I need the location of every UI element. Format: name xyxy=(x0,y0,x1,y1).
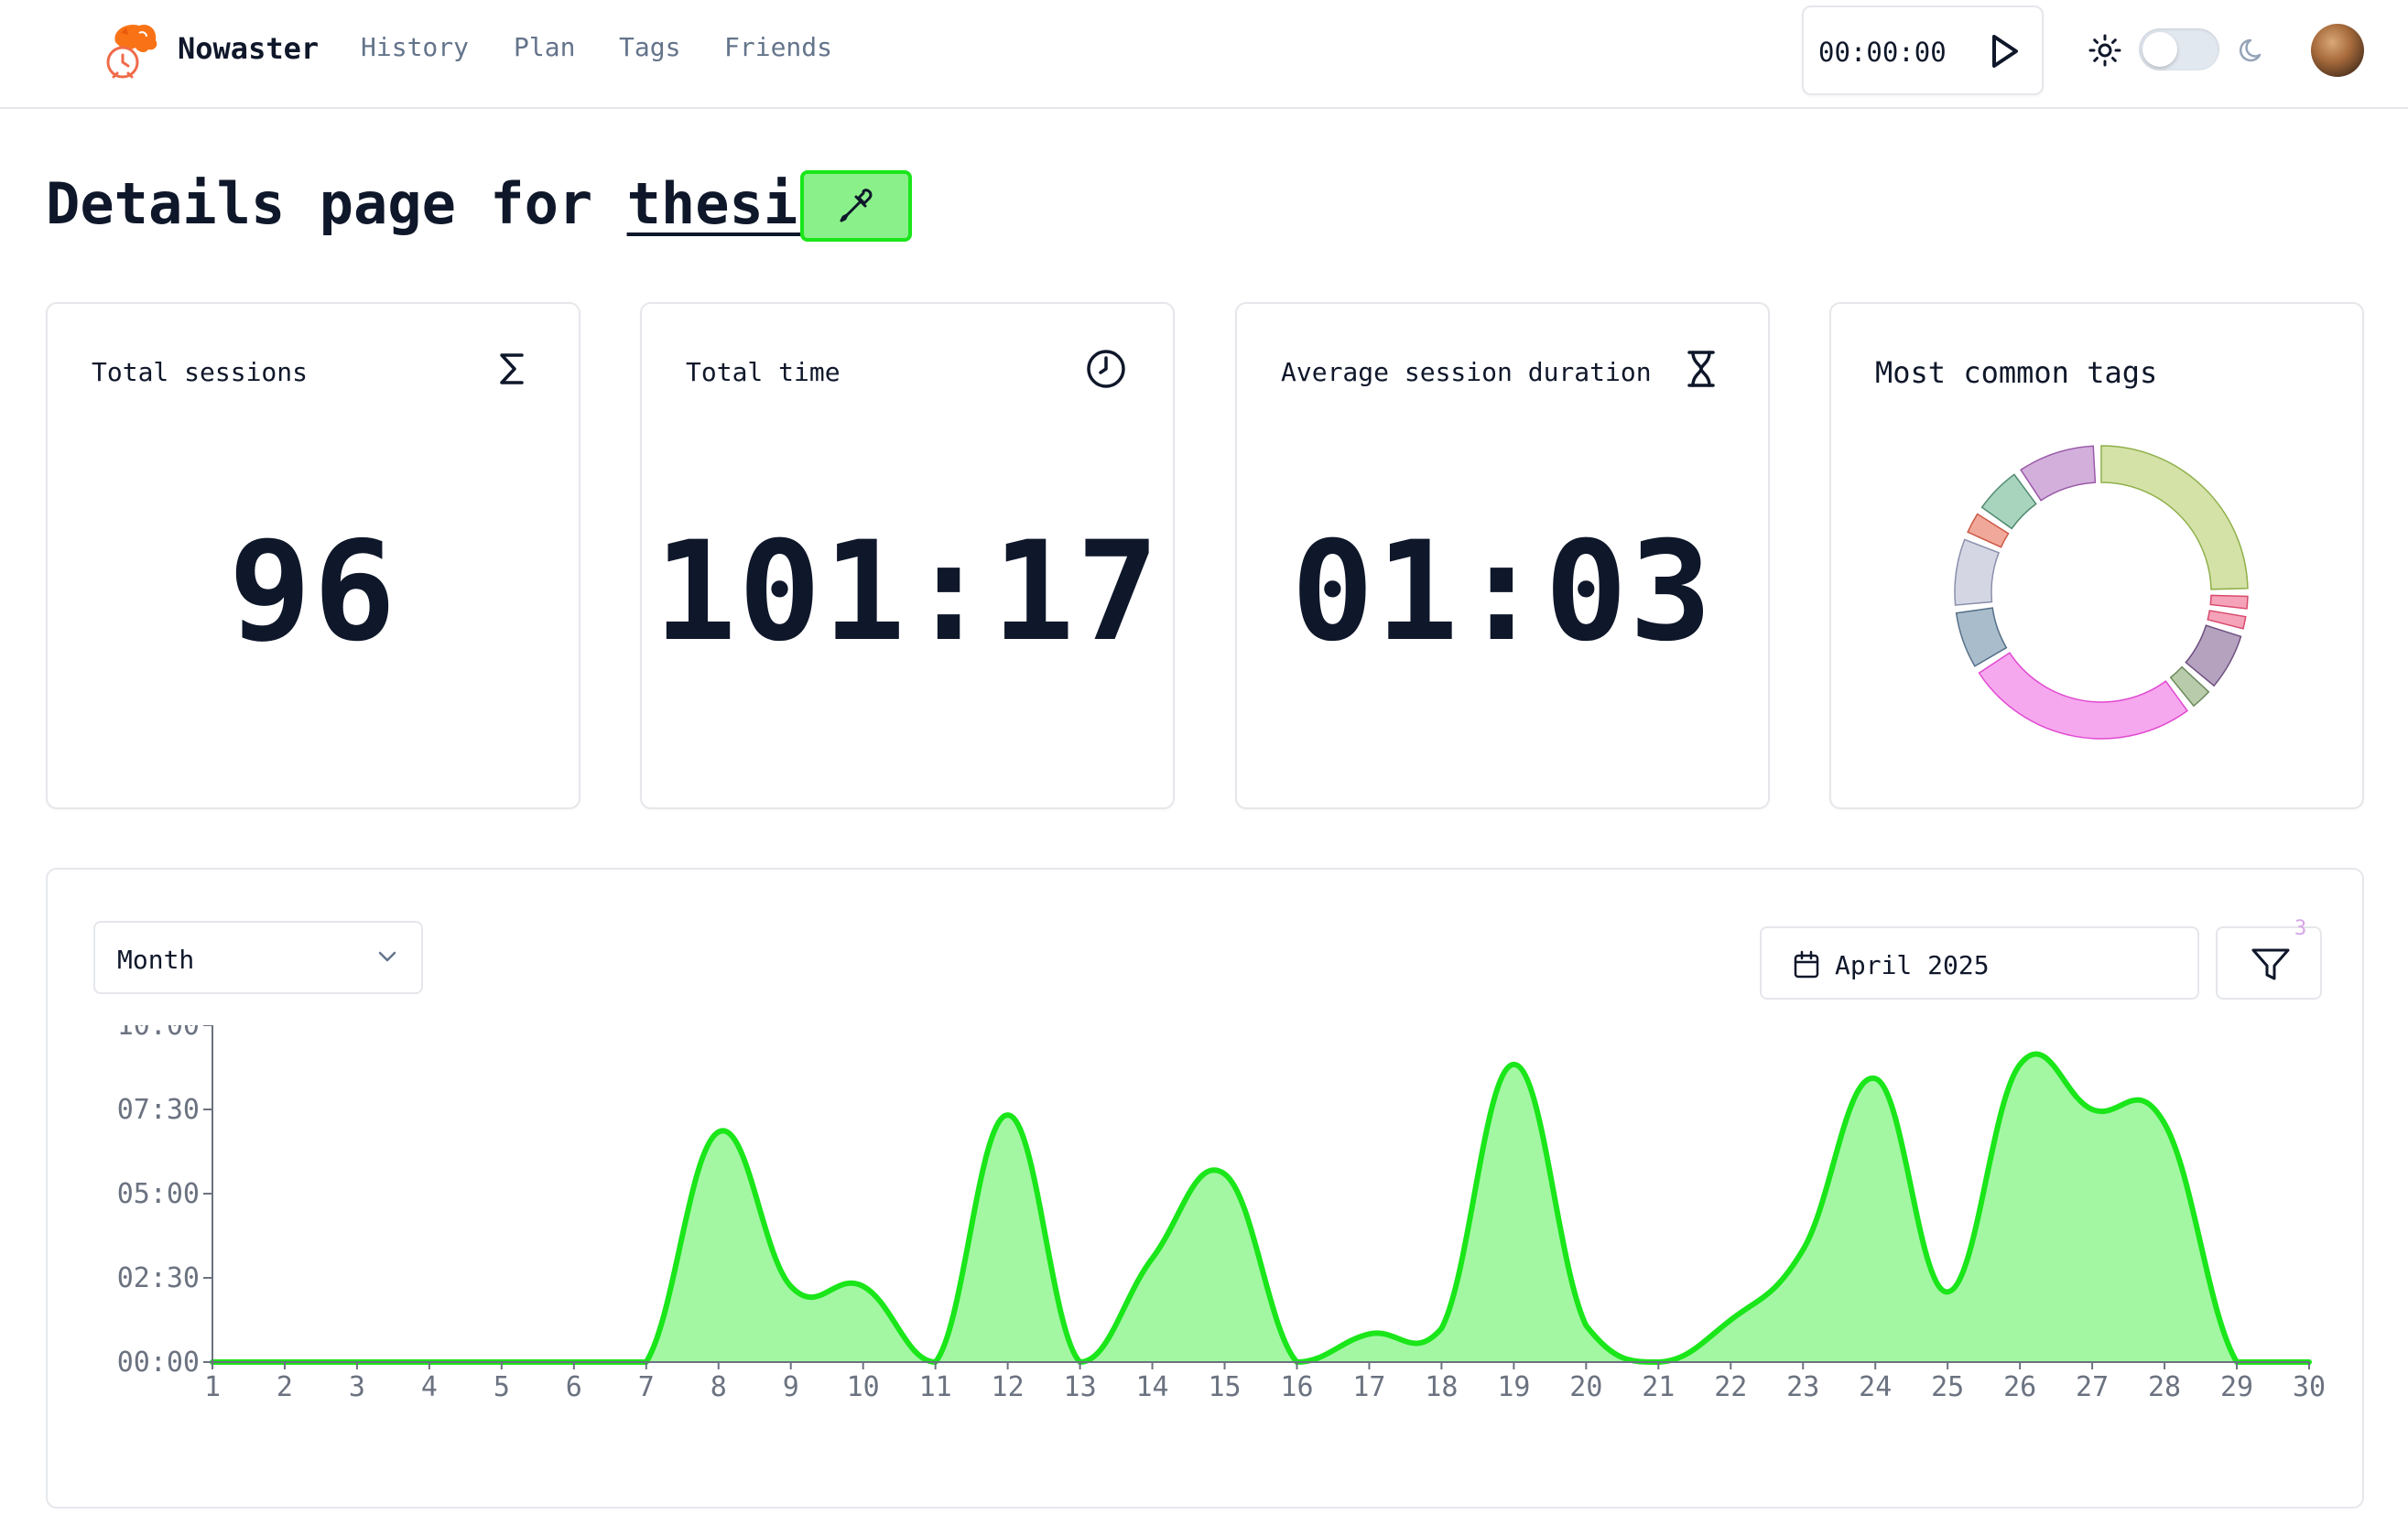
time-chart-panel: Month April 2025 3 00:00 02:30 05:00 07:30 1… xyxy=(46,868,2364,1509)
x-tick-label: 21 xyxy=(1642,1371,1675,1403)
tags-donut-chart xyxy=(1954,445,2249,740)
app-name[interactable]: Nowaster xyxy=(178,31,319,66)
nav-friends[interactable]: Friends xyxy=(724,32,832,62)
x-tick-label: 5 xyxy=(494,1371,510,1403)
session-timer: 00:00:00 xyxy=(1802,5,2044,95)
total-sessions-card: Total sessions 96 xyxy=(46,302,580,809)
area-fill xyxy=(212,1054,2309,1362)
common-tags-card: Most common tags xyxy=(1829,302,2364,809)
x-tick-label: 3 xyxy=(349,1371,365,1403)
x-tick-label: 30 xyxy=(2293,1371,2326,1403)
x-tick-label: 13 xyxy=(1064,1371,1097,1403)
date-picker-button[interactable]: April 2025 xyxy=(1760,926,2199,1000)
nav-tags[interactable]: Tags xyxy=(619,32,680,62)
play-icon[interactable] xyxy=(1980,27,2027,75)
y-tick-label: 02:30 xyxy=(117,1262,200,1294)
x-tick-label: 28 xyxy=(2148,1371,2181,1403)
app-logo-icon[interactable] xyxy=(103,20,161,81)
tag-segment-1[interactable] xyxy=(2100,445,2249,590)
common-tags-label: Most common tags xyxy=(1875,355,2158,390)
x-tick-label: 18 xyxy=(1425,1371,1458,1403)
theme-toggle[interactable] xyxy=(2139,28,2219,70)
page-title-prefix: Details page for xyxy=(46,170,593,237)
clock-icon xyxy=(1087,350,1125,388)
date-picker-value: April 2025 xyxy=(1835,950,1990,980)
x-tick-label: 2 xyxy=(277,1371,293,1403)
x-tick-label: 20 xyxy=(1569,1371,1602,1403)
total-sessions-label: Total sessions xyxy=(92,357,309,387)
y-tick-label: 05:00 xyxy=(117,1178,200,1210)
x-tick-label: 1 xyxy=(204,1371,221,1403)
x-tick-label: 12 xyxy=(992,1371,1025,1403)
x-tick-label: 16 xyxy=(1280,1371,1313,1403)
tag-segment-8[interactable] xyxy=(1954,538,2001,606)
page-title: Details page for thesis xyxy=(46,170,832,237)
y-tick-label: 07:30 xyxy=(117,1094,200,1126)
x-tick-label: 11 xyxy=(919,1371,952,1403)
x-tick-label: 6 xyxy=(566,1371,582,1403)
project-color-button[interactable] xyxy=(800,170,912,242)
theme-toggle-knob xyxy=(2142,32,2177,67)
x-tick-label: 29 xyxy=(2220,1371,2253,1403)
x-tick-label: 23 xyxy=(1786,1371,1819,1403)
tag-segment-10[interactable] xyxy=(1980,473,2037,530)
x-tick-label: 10 xyxy=(847,1371,880,1403)
nav-history[interactable]: History xyxy=(361,32,469,62)
x-tick-label: 22 xyxy=(1714,1371,1747,1403)
x-tick-label: 27 xyxy=(2076,1371,2109,1403)
chevron-down-icon xyxy=(378,951,396,962)
filter-icon xyxy=(2251,948,2290,980)
tag-segment-4[interactable] xyxy=(2185,624,2242,687)
x-tick-label: 25 xyxy=(1931,1371,1964,1403)
x-tick-label: 14 xyxy=(1135,1371,1168,1403)
tag-segment-2[interactable] xyxy=(2209,594,2249,610)
color-picker-icon xyxy=(840,189,873,222)
calendar-icon xyxy=(1794,950,1819,979)
x-tick-label: 15 xyxy=(1208,1371,1241,1403)
nav-plan[interactable]: Plan xyxy=(514,32,575,62)
x-tick-label: 4 xyxy=(421,1371,438,1403)
x-tick-label: 26 xyxy=(2003,1371,2036,1403)
y-tick-label: 00:00 xyxy=(117,1347,200,1379)
x-tick-label: 24 xyxy=(1859,1371,1892,1403)
average-duration-label: Average session duration xyxy=(1281,357,1652,387)
sigma-icon xyxy=(500,353,524,384)
hourglass-icon xyxy=(1687,351,1715,387)
tag-segment-6[interactable] xyxy=(1978,652,2189,740)
moon-icon xyxy=(2239,38,2262,62)
daily-time-area-chart: 00:0002:3005:0007:3010:001 2 3 4 5 6 7 8 9 10 11 12… xyxy=(117,1025,2326,1403)
total-time-label: Total time xyxy=(686,357,841,387)
range-select[interactable]: Month xyxy=(93,921,423,994)
x-tick-label: 19 xyxy=(1497,1371,1530,1403)
top-navbar: Nowaster History Plan Tags Friends 00:00… xyxy=(0,0,2408,109)
tag-segment-11[interactable] xyxy=(2020,445,2097,502)
user-avatar[interactable] xyxy=(2311,24,2364,77)
average-duration-card: Average session duration 01:03 xyxy=(1235,302,1770,809)
y-tick-label: 10:00 xyxy=(117,1025,200,1042)
filter-count-badge: 3 xyxy=(2294,917,2307,940)
total-time-value: 101:17 xyxy=(654,513,1161,672)
timer-display: 00:00:00 xyxy=(1818,37,1947,68)
tag-segment-3[interactable] xyxy=(2207,610,2247,630)
average-duration-value: 01:03 xyxy=(1291,513,1714,672)
x-tick-label: 8 xyxy=(710,1371,727,1403)
x-tick-label: 17 xyxy=(1352,1371,1385,1403)
sun-icon xyxy=(2088,34,2121,67)
total-time-card: Total time 101:17 xyxy=(640,302,1175,809)
tag-segment-7[interactable] xyxy=(1955,607,2008,667)
total-sessions-value: 96 xyxy=(228,513,398,672)
x-tick-label: 7 xyxy=(638,1371,655,1403)
range-select-value: Month xyxy=(117,945,195,975)
x-tick-label: 9 xyxy=(783,1371,799,1403)
